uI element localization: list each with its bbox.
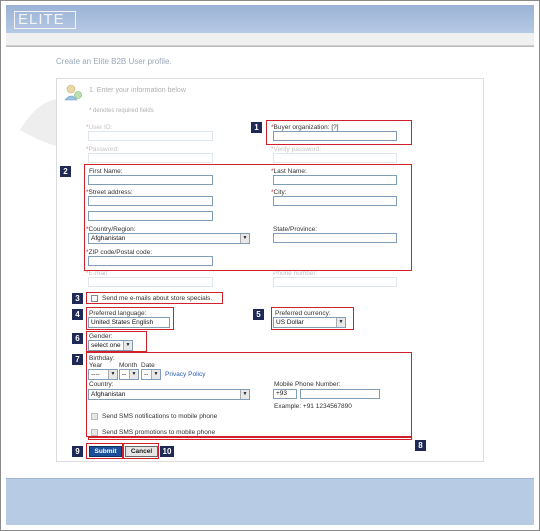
user-id-label: *User ID: — [86, 124, 113, 131]
verify-password-input[interactable] — [273, 153, 397, 163]
badge-4: 4 — [72, 309, 83, 320]
badge-7: 7 — [72, 354, 83, 365]
highlight-box-5 — [271, 307, 354, 330]
badge-1: 1 — [251, 122, 262, 133]
badge-5: 5 — [253, 309, 264, 320]
highlight-box-7 — [86, 352, 412, 437]
elite-logo: ELITE — [14, 11, 76, 29]
badge-8: 8 — [415, 440, 426, 451]
highlight-box-1 — [266, 120, 412, 145]
badge-3: 3 — [72, 293, 83, 304]
highlight-box-9 — [86, 443, 124, 459]
page-title: Create an Elite B2B User profile. — [56, 57, 172, 66]
badge-2: 2 — [60, 166, 71, 177]
badge-6: 6 — [72, 333, 83, 344]
phone-label: Phone number: — [273, 270, 318, 277]
badge-9: 9 — [72, 446, 83, 457]
user-id-input[interactable] — [88, 131, 213, 141]
email-label: *E-mail: — [86, 270, 109, 277]
email-input[interactable] — [88, 277, 213, 287]
nav-bar — [6, 33, 534, 46]
highlight-box-2 — [84, 164, 412, 271]
password-input[interactable] — [88, 153, 213, 163]
password-label: *Password: — [86, 146, 119, 153]
badge-10: 10 — [160, 446, 174, 457]
footer-bar — [6, 478, 534, 525]
divider — [6, 46, 534, 47]
highlight-box-6 — [86, 331, 147, 352]
highlight-box-3 — [86, 292, 223, 304]
highlight-box-10 — [122, 443, 159, 459]
step-title: 1. Enter your information below — [89, 87, 186, 94]
highlight-box-4 — [86, 307, 174, 330]
user-profile-icon — [64, 84, 82, 101]
required-note: * denotes required fields — [89, 108, 154, 114]
header-bar: ELITE — [6, 5, 534, 33]
highlight-box-8 — [88, 437, 412, 440]
verify-password-label: *Verify password: — [271, 146, 322, 153]
phone-input[interactable] — [273, 277, 397, 287]
